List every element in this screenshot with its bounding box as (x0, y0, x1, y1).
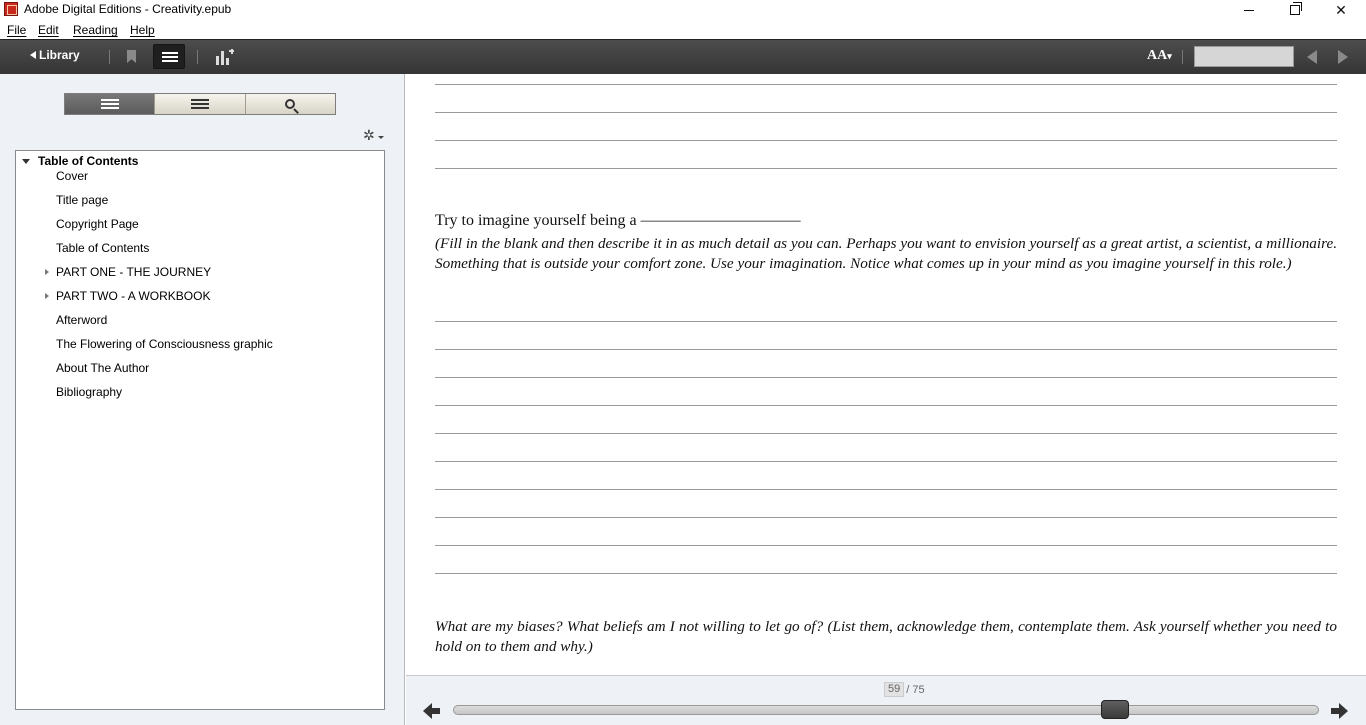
toc-list-icon (100, 99, 119, 109)
search-icon (285, 99, 296, 109)
toc-item-part-two[interactable]: PART TWO - A WORKBOOK (45, 289, 211, 303)
library-button[interactable]: Library (30, 48, 80, 62)
bookmarks-list-icon (190, 99, 209, 109)
previous-page-button[interactable] (423, 703, 441, 719)
total-pages: / 75 (906, 683, 925, 696)
restore-icon (1290, 2, 1302, 15)
reading-stats-icon[interactable] (216, 48, 234, 65)
toolbar-divider (197, 50, 198, 64)
exercise-question: What are my biases? What beliefs am I no… (435, 618, 1337, 655)
exercise-prompt: Try to imagine yourself being a ————————… (435, 212, 801, 229)
arrow-right-icon (1339, 703, 1348, 719)
collapse-triangle-icon[interactable] (22, 158, 30, 164)
tab-table-of-contents[interactable] (65, 94, 156, 114)
writing-line (435, 433, 1337, 434)
next-page-icon[interactable] (1338, 50, 1348, 64)
restore-button[interactable] (1272, 0, 1318, 20)
toc-item-about-author[interactable]: About The Author (56, 361, 149, 375)
back-triangle-icon (30, 51, 36, 59)
chevron-down-icon (378, 136, 384, 139)
font-size-button[interactable]: AA▾ (1147, 48, 1172, 64)
menu-edit[interactable]: Edit (38, 23, 59, 37)
expand-triangle-icon[interactable] (45, 269, 49, 275)
page-scrubber-thumb[interactable] (1100, 700, 1129, 719)
gear-icon[interactable]: ✲ (363, 127, 375, 144)
reader-toolbar: Library AA▾ (0, 39, 1366, 74)
toc-item-flowering-graphic[interactable]: The Flowering of Consciousness graphic (56, 337, 273, 351)
tab-search[interactable] (245, 94, 335, 114)
toc-toggle-button[interactable] (153, 44, 185, 69)
close-button[interactable]: ✕ (1318, 0, 1364, 20)
menu-reading[interactable]: Reading (73, 23, 118, 37)
title-bar: Adobe Digital Editions - Creativity.epub… (0, 0, 1366, 20)
minimize-button[interactable] (1226, 0, 1272, 20)
menu-help[interactable]: Help (130, 23, 155, 37)
window-title: Adobe Digital Editions - Creativity.epub (24, 2, 232, 16)
writing-line (435, 489, 1337, 490)
page-indicator: 59 / 75 (884, 682, 925, 697)
toc-item-label: PART TWO - A WORKBOOK (56, 289, 211, 303)
toc-item-afterword[interactable]: Afterword (56, 313, 107, 327)
current-page-input[interactable]: 59 (884, 682, 905, 697)
writing-line (435, 517, 1337, 518)
toc-item-table-of-contents[interactable]: Table of Contents (56, 241, 149, 255)
tab-bookmarks[interactable] (155, 94, 246, 114)
writing-line (435, 349, 1337, 350)
page-scrubber-track[interactable] (453, 705, 1319, 715)
toc-item-cover[interactable]: Cover (56, 169, 88, 183)
toc-header: Table of Contents (38, 154, 139, 168)
book-page: Try to imagine yourself being a ————————… (406, 74, 1366, 675)
writing-line (435, 84, 1337, 85)
close-icon: ✕ (1335, 1, 1347, 18)
toolbar-divider (109, 50, 110, 64)
toc-root[interactable]: Table of Contents (22, 154, 138, 168)
font-size-icon: AA (1147, 48, 1168, 63)
menu-file[interactable]: File (7, 23, 26, 37)
prev-page-icon[interactable] (1307, 50, 1317, 64)
expand-triangle-icon[interactable] (45, 293, 49, 299)
toc-item-title-page[interactable]: Title page (56, 193, 108, 207)
toc-item-copyright-page[interactable]: Copyright Page (56, 217, 139, 231)
exercise-instruction: (Fill in the blank and then describe it … (435, 235, 1337, 272)
writing-line (435, 168, 1337, 169)
minimize-icon (1244, 9, 1254, 11)
toc-item-bibliography[interactable]: Bibliography (56, 385, 122, 399)
writing-line (435, 545, 1337, 546)
toc-item-label: PART ONE - THE JOURNEY (56, 265, 212, 279)
writing-line (435, 140, 1337, 141)
toc-list-icon (162, 52, 178, 62)
toolbar-divider (1182, 50, 1183, 64)
writing-line (435, 461, 1337, 462)
writing-line (435, 321, 1337, 322)
menu-bar: File Edit Reading Help (0, 20, 1366, 39)
library-label: Library (39, 48, 80, 62)
adobe-digital-editions-app-icon (4, 2, 18, 16)
page-navigation-bar: 59 / 75 (406, 675, 1366, 725)
toc-tree: Table of Contents Cover Title page Copyr… (15, 150, 385, 710)
bookmark-icon[interactable] (127, 50, 136, 63)
writing-line (435, 405, 1337, 406)
writing-line (435, 573, 1337, 574)
next-page-button[interactable] (1330, 703, 1348, 719)
writing-line (435, 112, 1337, 113)
sidebar-tab-switcher (64, 93, 336, 115)
writing-line (435, 377, 1337, 378)
navigation-pane: ✲ Table of Contents Cover Title page Cop… (0, 74, 405, 725)
search-field[interactable] (1194, 46, 1294, 67)
toc-item-part-one[interactable]: PART ONE - THE JOURNEY (45, 265, 212, 279)
